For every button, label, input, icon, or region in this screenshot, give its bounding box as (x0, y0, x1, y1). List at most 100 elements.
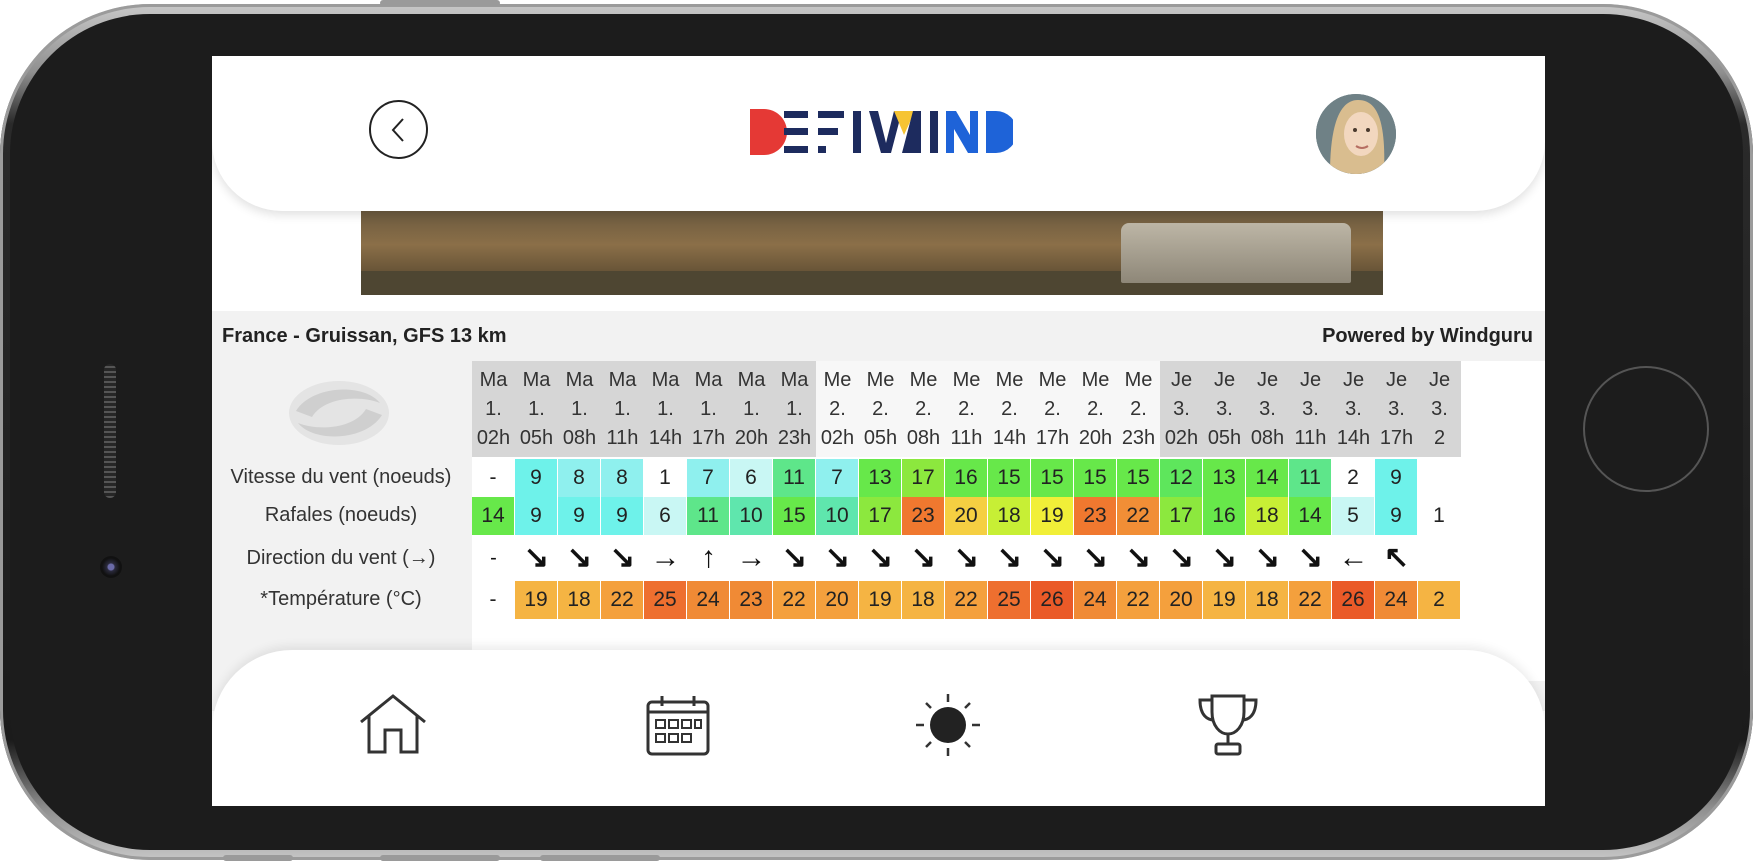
avatar-image (1316, 94, 1396, 174)
home-icon[interactable] (357, 692, 429, 758)
forecast-hour: 17h (691, 426, 726, 449)
forecast-day: Me (823, 368, 852, 391)
forecast-time-header: Ma 1. 11h (601, 361, 644, 457)
wind-speed-cell: 16 (945, 459, 988, 497)
wind-direction-arrow: ↖ (1383, 541, 1410, 574)
wind-speed-cell: 9 (1375, 459, 1418, 497)
forecast-time-header: Me 2. 17h (1031, 361, 1074, 457)
trophy-icon[interactable] (1192, 692, 1264, 758)
temperature-cell: 22 (945, 581, 988, 619)
user-avatar[interactable] (1316, 94, 1396, 174)
wind-direction-arrow: ↘ (1168, 541, 1195, 574)
forecast-date: 1. (700, 397, 717, 420)
temperature-cell: 22 (773, 581, 816, 619)
forecast-hour: 11h (606, 426, 639, 449)
forecast-time-header: Ma 1. 17h (687, 361, 730, 457)
wind-direction-cell: → (730, 535, 773, 581)
forecast-time-header: Ma 1. 23h (773, 361, 816, 457)
forecast-column: Ma 1. 20h 6 10 → 23 (730, 361, 777, 619)
wind-direction-arrow: ↘ (910, 541, 937, 574)
back-button[interactable] (369, 100, 428, 159)
wind-direction-arrow: - (490, 547, 497, 569)
forecast-day: Je (1213, 368, 1236, 391)
forecast-date: 1. (786, 397, 803, 420)
wind-direction-arrow: ↘ (824, 541, 851, 574)
forecast-column: Je 3. 11h 11 14 ↘ 22 (1289, 361, 1336, 619)
forecast-table: Ma 1. 02h -14- - Ma 1. 05h 9 9 ↘ 19 Ma 1. 08h 8 9 ↘ 18 Ma 1.… (472, 361, 1545, 681)
temperature-cell: 18 (558, 581, 601, 619)
row-label-gusts: Rafales (noeuds) (264, 504, 418, 526)
wind-direction-arrow: ↘ (566, 541, 593, 574)
forecast-time-header: Me 2. 11h (945, 361, 988, 457)
gust-cell: 20 (945, 497, 988, 535)
forecast-column: Je 3. 17h 9 9 ↖ 24 (1375, 361, 1422, 619)
wind-direction-arrow: ↘ (523, 541, 550, 574)
wind-direction-cell: ↘ (1246, 535, 1289, 581)
forecast-column: Ma 1. 11h 8 9 ↘ 22 (601, 361, 648, 619)
forecast-time-header: Ma 1. 14h (644, 361, 687, 457)
wind-speed-cell: 15 (1031, 459, 1074, 497)
forecast-day: Me (1081, 368, 1110, 391)
forecast-column: Me 2. 23h 15 22 ↘ 22 (1117, 361, 1164, 619)
wind-direction-cell: ↘ (902, 535, 945, 581)
wind-direction-arrow: ↘ (1125, 541, 1152, 574)
wind-speed-cell (1418, 459, 1461, 497)
forecast-date: 2. (1001, 397, 1018, 420)
forecast-time-header: Je 3. 14h (1332, 361, 1375, 457)
banner-camper-van (1121, 223, 1351, 283)
temperature-cell: 24 (1074, 581, 1117, 619)
forecast-hour: 23h (1121, 426, 1156, 449)
wind-direction-arrow: ↘ (1082, 541, 1109, 574)
forecast-column: Ma 1. 23h 11 15 ↘ 22 (773, 361, 820, 619)
forecast-date: 3. (1173, 397, 1190, 420)
gust-cell: 17 (859, 497, 902, 535)
forecast-column: Je 3. 02h 12 17 ↘ 20 (1160, 361, 1207, 619)
forecast-date: 2. (958, 397, 975, 420)
wind-direction-cell: ← (1332, 535, 1375, 581)
sun-icon[interactable] (912, 692, 984, 758)
forecast-time-header: Me 2. 20h (1074, 361, 1117, 457)
phone-home-button[interactable] (1583, 366, 1709, 492)
forecast-hour: 14h (992, 426, 1027, 449)
temperature-cell: 19 (515, 581, 558, 619)
phone-button-bottom-mid (380, 855, 500, 861)
temperature-cell: 20 (1160, 581, 1203, 619)
forecast-hour: 02h (1164, 426, 1199, 449)
wind-direction-cell: ↘ (1160, 535, 1203, 581)
forecast-location: France - Gruissan, GFS 13 km (222, 325, 507, 347)
forecast-hour: 23h (777, 426, 812, 449)
temperature-cell: 22 (1289, 581, 1332, 619)
forecast-time-header: Je 3. 02h (1160, 361, 1203, 457)
temperature-cell: 20 (816, 581, 859, 619)
wind-direction-arrow: → (650, 541, 681, 574)
forecast-column: Me 2. 17h 15 19 ↘ 26 (1031, 361, 1078, 619)
forecast-column: Me 2. 02h 7 10 ↘ 20 (816, 361, 863, 619)
calendar-icon[interactable] (642, 692, 714, 758)
wind-direction-cell (1418, 535, 1461, 581)
wind-direction-arrow: ↑ (701, 541, 716, 574)
wind-direction-cell: ↘ (1074, 535, 1117, 581)
forecast-time-header: Je 3. 08h (1246, 361, 1289, 457)
wind-speed-cell: 17 (902, 459, 945, 497)
forecast-powered-by[interactable]: Powered by Windguru (1322, 325, 1533, 348)
forecast-column: Me 2. 05h 13 17 ↘ 19 (859, 361, 906, 619)
forecast-hour: 02h (476, 426, 511, 449)
wind-direction-cell: ↘ (1289, 535, 1332, 581)
forecast-hour: 05h (519, 426, 554, 449)
gust-cell: 9 (558, 497, 601, 535)
gust-cell: 16 (1203, 497, 1246, 535)
forecast-date: 2. (1044, 397, 1061, 420)
gust-cell: 17 (1160, 497, 1203, 535)
forecast-time-header: Je 3. 05h (1203, 361, 1246, 457)
bottom-navigation (212, 650, 1545, 806)
temperature-cell: 24 (1375, 581, 1418, 619)
forecast-date: 1. (614, 397, 631, 420)
wind-direction-cell: ↘ (1117, 535, 1160, 581)
gust-cell: 19 (1031, 497, 1074, 535)
wind-direction-arrow: ↘ (1254, 541, 1281, 574)
forecast-column: Me 2. 20h 15 23 ↘ 24 (1074, 361, 1121, 619)
temperature-cell: 23 (730, 581, 773, 619)
gust-cell: 18 (988, 497, 1031, 535)
forecast-date: 3. (1388, 397, 1405, 420)
wind-direction-cell: ↘ (515, 535, 558, 581)
